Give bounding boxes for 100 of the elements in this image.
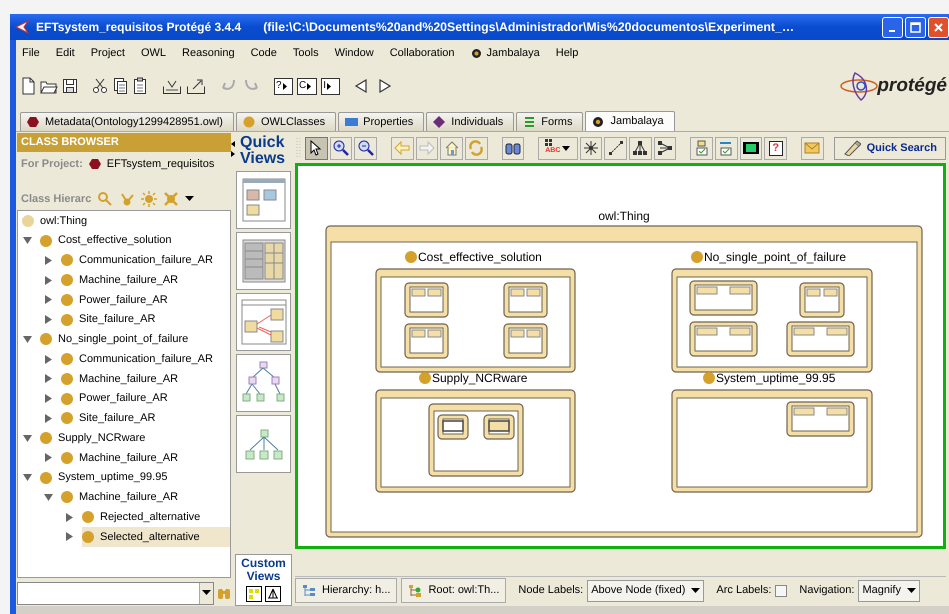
query-button[interactable]: ? [274,78,293,94]
treemap-thumbnail[interactable] [242,239,286,283]
radial-layout-button[interactable] [580,136,602,160]
tree-item[interactable]: Power_failure_AR [61,290,230,310]
find-button[interactable] [502,136,524,160]
expand-icon[interactable] [44,315,53,324]
navigation-dropdown[interactable]: Magnify [858,580,920,602]
tree-item[interactable]: Machine_failure_AR [61,369,230,389]
new-file-icon[interactable] [20,77,36,95]
export-icon[interactable] [186,77,206,95]
animation-button[interactable] [740,136,762,160]
quick-search-button[interactable]: Quick Search [834,136,946,160]
expand-icon[interactable] [44,414,53,423]
tab[interactable]: Individuals [426,112,514,131]
collapse-icon[interactable] [23,334,32,344]
query-button[interactable]: I [321,78,340,94]
home-button[interactable] [440,136,463,160]
minimize-button[interactable] [882,16,903,38]
tree-item[interactable]: System_uptime_99.95 [40,468,230,488]
filter-button[interactable] [690,136,713,160]
sync-icon [468,140,484,156]
select-button[interactable] [304,136,328,160]
collapse-icon[interactable] [23,434,32,443]
splitter-arrows-icon[interactable] [231,139,235,159]
tree-item[interactable]: Cost_effective_solution [40,230,230,250]
zoom-in-button[interactable] [330,136,352,160]
save-icon[interactable] [62,77,78,95]
graph-thumbnail[interactable] [240,299,286,345]
paste-icon[interactable] [132,77,148,95]
root-button[interactable]: Root: owl:Th... [401,578,506,603]
collapse-icon[interactable] [23,236,32,246]
menu-item[interactable]: Edit [56,44,83,62]
layout-thumbnail[interactable] [242,178,286,222]
horizontal-tree-button[interactable] [654,136,676,160]
tree-item[interactable]: Communication_failure_AR [61,250,230,270]
menu-item[interactable]: File [22,44,48,62]
tree-item[interactable]: Power_failure_AR [61,388,230,408]
filter-arcs-button[interactable] [714,136,738,160]
class-icon [82,511,94,524]
tree-item[interactable]: Rejected_alternative [82,507,230,527]
tab[interactable]: Forms [516,112,584,131]
tree-item[interactable]: Machine_failure_AR [61,488,230,508]
menu-item[interactable]: Collaboration [390,44,463,62]
class-node[interactable] [375,268,576,373]
class-node[interactable] [671,268,873,373]
expand-icon[interactable] [44,374,53,384]
menu-item[interactable]: OWL [140,44,174,62]
expand-icon[interactable] [65,512,74,522]
caret-icon[interactable] [202,590,211,596]
menu-item[interactable]: Help [556,44,586,62]
tree-item[interactable]: Machine_failure_AR [61,270,230,290]
collapse-icon[interactable] [23,473,32,482]
tree-item[interactable]: Selected_alternative [82,527,230,547]
close-button[interactable] [928,16,949,38]
menu-item[interactable]: Window [334,44,382,62]
arc-labels-checkbox[interactable] [775,584,788,596]
node-labels-dropdown[interactable]: Above Node (fixed) [587,580,704,602]
tree-item[interactable]: Site_failure_AR [61,310,230,330]
zoom-out-button[interactable] [354,136,377,160]
tree-item[interactable]: Communication_failure_AR [61,349,230,369]
spring-layout-button[interactable] [604,136,627,160]
tree-item[interactable]: owl:Thing [22,211,230,231]
collapse-icon[interactable] [44,492,53,502]
tree-item[interactable]: No_single_point_of_failure [40,330,230,350]
class-icon [61,412,73,424]
menu-item[interactable]: Reasoning [182,44,243,62]
expand-icon[interactable] [44,276,53,285]
maximize-button[interactable] [905,16,926,38]
tree-item[interactable]: Machine_failure_AR [61,448,230,468]
tab[interactable]: Metadata(Ontology1299428951.owl) [20,112,234,131]
expand-icon[interactable] [44,256,53,265]
field-label: Arc Labels: [716,583,772,598]
class-node[interactable] [375,389,576,493]
menu-item[interactable]: Project [90,44,133,62]
hierarchy-button[interactable]: Hierarchy: h... [295,578,398,603]
tab[interactable]: Jambalaya [585,111,675,131]
search-field[interactable] [17,582,214,604]
copy-icon[interactable] [112,77,128,95]
tree-view-icon[interactable] [264,586,281,602]
grid-view-icon[interactable] [246,586,262,602]
menu-item[interactable]: Jambalaya [470,44,548,62]
tree-layout-button[interactable] [628,136,652,160]
expand-icon[interactable] [44,354,53,364]
tab[interactable]: OWLClasses [236,112,336,131]
forward-icon[interactable] [378,78,392,94]
expand-icon[interactable] [44,394,53,404]
expand-icon[interactable] [65,532,74,542]
tree-item[interactable]: Supply_NCRware [40,428,230,448]
query-button[interactable]: C [297,78,318,94]
expand-icon[interactable] [44,295,53,304]
tab[interactable]: Properties [338,112,424,131]
caret-icon[interactable] [185,196,194,202]
scissors-icon[interactable] [92,77,108,95]
class-node[interactable] [671,389,873,493]
menu-item[interactable]: Code [250,44,285,62]
expand-icon[interactable] [44,453,53,462]
menu-item[interactable]: Tools [292,44,327,62]
back-icon[interactable] [354,78,368,94]
mail-button[interactable] [800,136,824,160]
tree-item[interactable]: Site_failure_AR [61,408,230,428]
